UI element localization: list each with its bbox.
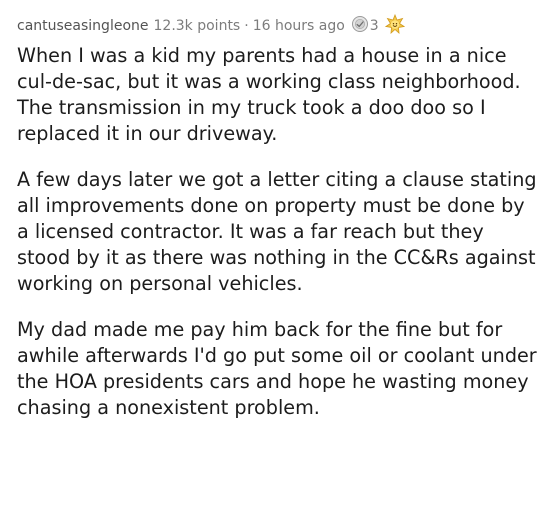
silver-award-count: 3 — [369, 18, 379, 34]
author-username[interactable]: cantuseasingleone — [17, 18, 149, 34]
timestamp[interactable]: 16 hours ago — [253, 18, 345, 34]
comment-paragraph: My dad made me pay him back for the fine… — [17, 318, 537, 419]
comment-meta: cantuseasingleone 12.3k points · 16 hour… — [17, 13, 538, 38]
comment-paragraph: A few days later we got a letter citing … — [17, 168, 537, 295]
award-silver[interactable]: 3 — [351, 15, 379, 37]
award-wholesome[interactable] — [384, 13, 405, 38]
points-count: 12.3k points — [153, 18, 241, 34]
meta-separator: · — [244, 18, 249, 34]
comment: cantuseasingleone 12.3k points · 16 hour… — [0, 0, 548, 509]
comment-paragraph: When I was a kid my parents had a house … — [17, 44, 521, 145]
wholesome-award-icon — [384, 13, 405, 38]
comment-body: When I was a kid my parents had a house … — [17, 43, 538, 421]
silver-award-icon — [351, 15, 369, 37]
